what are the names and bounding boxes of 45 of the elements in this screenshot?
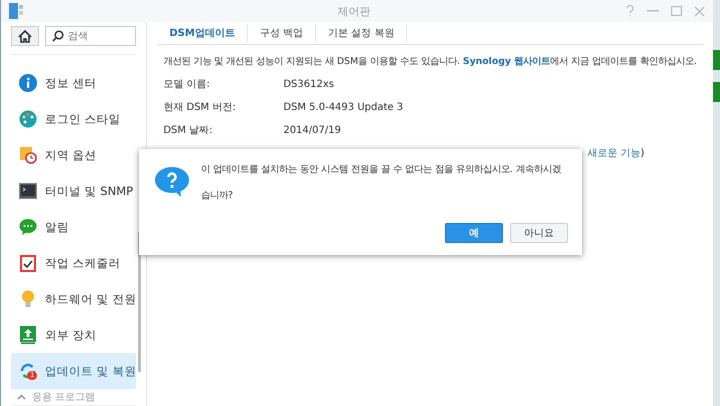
window-title: 제어판 bbox=[336, 4, 372, 18]
chat-bubble-icon bbox=[19, 218, 37, 236]
field-label: 모델 이름: bbox=[163, 78, 211, 92]
intro-text: 개선된 기능 및 개선된 성능이 지원되는 새 DSM을 이용할 수도 있습니다. Synology 웹사이트에서 지금 업데이트를 확인하십시오. bbox=[163, 55, 697, 69]
refresh-icon bbox=[19, 362, 37, 380]
sidebar-item[interactable]: 로그인 스타일 bbox=[11, 101, 136, 137]
field-value: DSM 5.0-4493 Update 3 bbox=[283, 101, 404, 115]
home-icon bbox=[18, 30, 32, 42]
field-value: 2014/07/19 bbox=[283, 124, 341, 138]
website-link[interactable]: Synology 웹사이트 bbox=[462, 56, 550, 67]
sidebar-item[interactable]: 하드웨어 및 전원 bbox=[11, 281, 136, 317]
cancel-button[interactable]: 아니요 bbox=[510, 223, 568, 243]
field-label: 현재 DSM 버전: bbox=[163, 101, 237, 115]
terminal-icon bbox=[19, 183, 37, 199]
search-icon bbox=[52, 30, 64, 42]
field-label: DSM 날짜: bbox=[163, 124, 214, 138]
sidebar-item[interactable]: 작업 스케줄러 bbox=[11, 245, 136, 281]
sidebar-item[interactable]: 터미널 및 SNMP bbox=[11, 173, 136, 209]
section-label: 응용 프로그램 bbox=[32, 391, 96, 404]
question-bubble-icon bbox=[155, 167, 189, 197]
help-icon[interactable] bbox=[625, 5, 635, 17]
sidebar-item[interactable]: 지역 옵션 bbox=[11, 137, 136, 173]
map-clock-icon bbox=[19, 146, 37, 164]
light-bulb-icon bbox=[21, 290, 35, 308]
sidebar-item[interactable]: 알림 bbox=[11, 209, 136, 245]
partial-text: 새로운 기능) bbox=[587, 148, 644, 159]
sidebar-item[interactable]: 정보 센터 bbox=[11, 65, 136, 101]
info-icon bbox=[19, 74, 37, 92]
palette-icon bbox=[19, 110, 37, 128]
tab[interactable]: 구성 백업 bbox=[248, 24, 316, 42]
minimize-icon[interactable] bbox=[647, 10, 659, 12]
calendar-check-icon bbox=[20, 254, 36, 272]
upload-icon bbox=[20, 326, 36, 344]
sidebar-item[interactable]: 외부 장치 bbox=[11, 317, 136, 353]
caret-icon bbox=[17, 394, 26, 400]
tab[interactable]: 기본 설정 복원 bbox=[316, 24, 408, 42]
close-icon[interactable] bbox=[694, 6, 705, 16]
maximize-icon[interactable] bbox=[671, 6, 682, 16]
field-value: DS3612xs bbox=[283, 78, 334, 92]
search-field[interactable]: 검색 bbox=[45, 26, 136, 46]
new-features-link[interactable]: 새로운 기능 bbox=[587, 148, 641, 159]
app-icon bbox=[9, 3, 23, 19]
dialog-message: 이 업데이트를 설치하는 동안 시스템 전원을 끌 수 없다는 점을 유의하십시오. 계속하시겠습니까? bbox=[201, 163, 562, 203]
tab[interactable]: DSM업데이트 bbox=[157, 24, 248, 42]
home-button[interactable] bbox=[11, 26, 39, 46]
